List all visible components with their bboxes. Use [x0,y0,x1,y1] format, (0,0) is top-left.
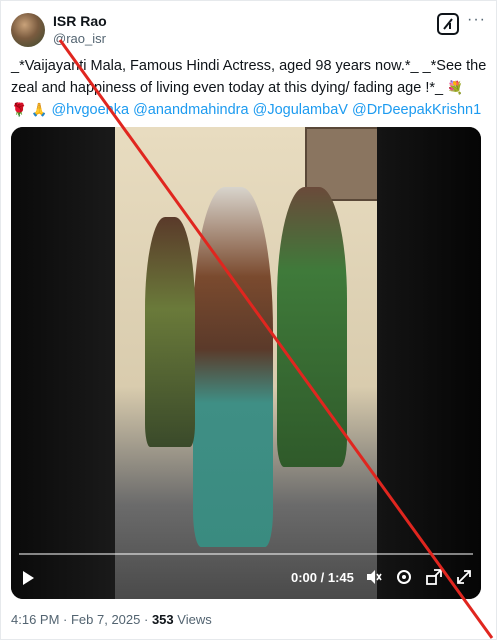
play-icon[interactable] [23,571,34,585]
video-person-left [145,217,195,447]
mention-link[interactable]: @DrDeepakKrishn1 [352,102,481,118]
video-letterbox-left [11,127,115,599]
post-date[interactable]: Feb 7, 2025 [71,612,140,627]
video-player[interactable]: 0:00 / 1:45 [11,127,481,599]
post-text-line1: _*Vaijayanti Mala, Famous Hindi Actress,… [11,58,487,74]
video-controls: 0:00 / 1:45 [11,565,481,595]
video-person-right [277,187,347,467]
post-time[interactable]: 4:16 PM [11,612,59,627]
more-icon[interactable]: ··· [467,11,486,29]
fullscreen-icon[interactable] [455,568,473,590]
avatar[interactable] [11,13,45,47]
rose-emoji: 🌹 [11,102,28,117]
post-text: _*Vaijayanti Mala, Famous Hindi Actress,… [11,56,489,121]
video-progress-bar[interactable] [19,553,473,555]
grok-icon[interactable] [437,13,459,35]
video-letterbox-right [377,127,481,599]
views-label: Views [177,612,212,627]
settings-icon[interactable] [395,568,413,590]
video-person-main [193,187,273,547]
post-card: ISR Rao @rao_isr ··· _*Vaijayanti Mala, … [0,0,497,640]
mention-link[interactable]: @hvgoenka [51,102,129,118]
flowers-emoji: 💐 [447,80,464,95]
author-name[interactable]: ISR Rao [53,13,107,29]
video-frame [115,127,381,599]
volume-icon[interactable] [365,568,383,590]
mention-link[interactable]: @anandmahindra [133,102,249,118]
mention-link[interactable]: @JogulambaV [253,102,348,118]
views-count: 353 [151,612,174,627]
minimize-icon[interactable] [425,568,443,590]
author-handle[interactable]: @rao_isr [53,31,106,46]
pray-emoji: 🙏 [31,102,48,117]
post-meta: 4:16 PM · Feb 7, 2025 · 353 Views [11,612,212,627]
video-time: 0:00 / 1:45 [291,570,354,585]
post-text-line2: zeal and happiness of living even today … [11,80,444,96]
